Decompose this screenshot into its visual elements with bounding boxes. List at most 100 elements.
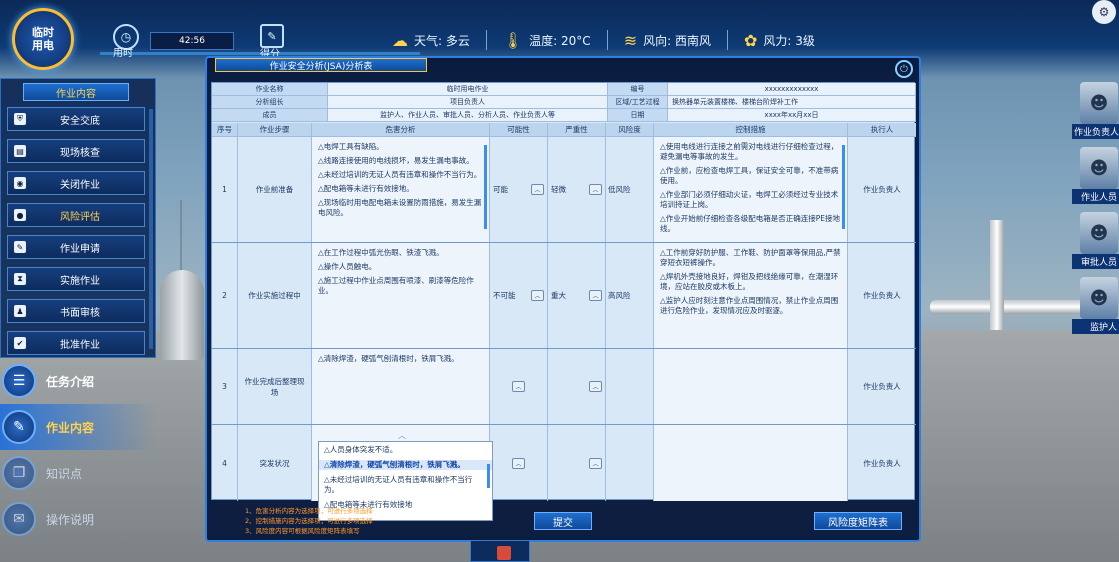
instruction-line: 3、风险度内容可根据风险度矩阵表填写 (245, 527, 360, 535)
close-icon[interactable]: ⏻ (895, 60, 913, 78)
time-value: 42:56 (150, 32, 234, 50)
severity-select[interactable]: 重大 ︿ (548, 243, 606, 348)
scene-pipe-vertical (990, 220, 1004, 330)
control-list[interactable]: △使用电线进行连接之前需对电线进行仔细检查过程，避免漏电等事故的发生。 △作业前… (654, 137, 848, 242)
hazard-option[interactable]: △人员身体突发不适。 (324, 445, 487, 455)
control-list[interactable] (654, 425, 848, 501)
menu-task-intro[interactable]: ☰ 任务介绍 (0, 358, 156, 404)
cloud-icon: ☁ (392, 30, 408, 50)
role-job-leader[interactable]: ☻ 作业负责人 (1072, 82, 1119, 139)
likelihood-select[interactable]: ︿ (490, 349, 548, 424)
role-label: 作业负责人 (1072, 124, 1119, 139)
hazard-option[interactable]: △未经过培训的无证人员有违章和操作不当行为。 (324, 475, 487, 495)
hazard-item[interactable]: △配电箱等未进行有效接地。 (318, 184, 483, 194)
sidebar-scrollbar[interactable] (149, 109, 153, 349)
executor: 作业负责人 (863, 291, 901, 300)
severity-select[interactable]: ︿ (548, 425, 606, 501)
control-item[interactable]: △作业开始前仔细检查各级配电箱是否正确连接PE接地线。 (660, 214, 841, 234)
instruction-line: 1、危害分析内容为选择项，可进行多项选择 (245, 507, 373, 515)
sidebar-title: 作业内容 (23, 83, 129, 101)
sidebar-item-close-job[interactable]: ◉ 关闭作业 (7, 171, 145, 195)
popup-scrollbar[interactable] (487, 464, 490, 488)
members: 监护人、作业人员、审批人员、分析人员、作业负责人等 (328, 109, 608, 122)
welder-avatar-icon: ☻ (1080, 147, 1118, 189)
instructions: 1、危害分析内容为选择项，可进行多项选择 2、控制措施内容为选择项，可进行多项选… (245, 506, 373, 536)
menu-knowledge[interactable]: ❐ 知识点 (0, 450, 156, 496)
column-header: 危害分析 (312, 123, 490, 137)
hazard-scrollbar[interactable] (484, 145, 487, 229)
hazard-list[interactable]: △在工作过程中弧光伤眼、铁渣飞溅。 △操作人员触电。 △施工过程中作业点周围有喷… (312, 243, 490, 348)
scene-pipe (930, 300, 1090, 314)
document-icon[interactable] (497, 546, 511, 560)
sidebar-item-risk-assessment[interactable]: ● 风险评估 (7, 203, 145, 227)
risk-level (606, 349, 654, 424)
control-scrollbar[interactable] (842, 145, 845, 229)
chevron-up-icon[interactable]: ︿ (589, 290, 602, 301)
menu-operation-guide[interactable]: ✉ 操作说明 (0, 496, 156, 542)
role-label: 作业人员 (1072, 189, 1119, 204)
sidebar-item-job-application[interactable]: ✎ 作业申请 (7, 235, 145, 259)
chevron-up-icon[interactable]: ︿ (398, 430, 406, 441)
chevron-up-icon[interactable]: ︿ (512, 457, 525, 469)
likelihood-value: 不可能 (493, 291, 516, 300)
wind-force-icon: ✿ (743, 30, 758, 50)
leader: 项目负责人 (328, 96, 608, 109)
submit-button[interactable]: 提交 (534, 512, 592, 530)
control-item[interactable]: △焊机外壳接地良好，焊钳及把线绝缘可靠，在潮湿环境，应站在胶皮或木板上。 (660, 272, 841, 292)
control-item[interactable]: △工作前穿好防护服、工作鞋、防护面罩等保用品,严禁穿短衣短裤操作。 (660, 248, 841, 268)
hazard-item[interactable]: △在工作过程中弧光伤眼、铁渣飞溅。 (318, 248, 483, 258)
menu-label: 任务介绍 (46, 374, 95, 389)
settings-icon[interactable]: ⚙ (1092, 0, 1116, 24)
severity-select[interactable]: ︿ (548, 349, 606, 424)
hazard-item[interactable]: △电焊工具有缺陷。 (318, 142, 483, 152)
role-guardian[interactable]: ☻ 监护人 (1072, 277, 1119, 334)
shield-icon: ⛨ (14, 113, 26, 125)
control-item[interactable]: △作业部门必须仔细动火证，电焊工必须经过专业技术培训持证上岗。 (660, 190, 841, 210)
chevron-up-icon[interactable]: ︿ (589, 381, 602, 392)
menu-work-content[interactable]: ✎ 作业内容 (0, 404, 156, 450)
sidebar-item-implement-job[interactable]: ⧗ 实施作业 (7, 267, 145, 291)
hazard-item[interactable]: △施工过程中作业点周围有喷漆、刷漆等危险作业。 (318, 276, 483, 296)
hazard-item[interactable]: △清除焊渣，硬弧气刨清根时，铁屑飞溅。 (318, 354, 483, 364)
risk-level (606, 425, 654, 501)
sidebar-item-written-review[interactable]: ♟ 书面审核 (7, 299, 145, 323)
hazard-item[interactable]: △未经过培训的无证人员有违章和操作不当行为。 (318, 170, 483, 180)
hazard-list[interactable]: △清除焊渣，硬弧气刨清根时，铁屑飞溅。 (312, 349, 490, 424)
chevron-up-icon[interactable]: ︿ (531, 184, 544, 195)
likelihood-select[interactable]: 不可能 ︿ (490, 243, 548, 348)
severity-select[interactable]: 轻微 ︿ (548, 137, 606, 242)
sidebar-item-label: 安全交底 (60, 115, 100, 127)
sidebar-item-approve-job[interactable]: ✔ 批准作业 (7, 331, 145, 355)
edit-icon: ✎ (2, 410, 36, 444)
hazard-item[interactable]: △线路连接使用的电线损坏，易发生漏电事故。 (318, 156, 483, 166)
column-header: 控制措施 (654, 123, 848, 137)
sidebar-item-site-check[interactable]: ▤ 现场核查 (7, 139, 145, 163)
hazard-option-hovered[interactable]: △清除焊渣，硬弧气刨清根时，铁屑飞溅。 (319, 460, 492, 470)
chevron-up-icon[interactable]: ︿ (512, 381, 525, 392)
job-step: 突发状况 (238, 425, 312, 501)
chevron-up-icon[interactable]: ︿ (531, 290, 544, 301)
hazard-list[interactable]: △电焊工具有缺陷。 △线路连接使用的电线损坏，易发生漏电事故。 △未经过培训的无… (312, 137, 490, 242)
control-list[interactable]: △工作前穿好防护服、工作鞋、防护面罩等保用品,严禁穿短衣短裤操作。 △焊机外壳接… (654, 243, 848, 348)
chevron-up-icon[interactable]: ︿ (589, 184, 602, 195)
role-worker[interactable]: ☻ 作业人员 (1072, 147, 1119, 204)
sidebar-item-label: 作业申请 (60, 243, 100, 255)
hazard-item[interactable]: △操作人员触电。 (318, 262, 483, 272)
control-item[interactable]: △使用电线进行连接之前需对电线进行仔细检查过程，避免漏电等事故的发生。 (660, 142, 841, 162)
sidebar-list: ⛨ 安全交底 ▤ 现场核查 ◉ 关闭作业 ● 风险评估 ✎ 作业申请 ⧗ 实施作… (7, 107, 145, 363)
control-item[interactable]: △作业前，应检查电焊工具，保证安全可靠，不准带病使用。 (660, 166, 841, 186)
risk-matrix-button[interactable]: 风险度矩阵表 (814, 512, 902, 530)
likelihood-select[interactable]: 可能 ︿ (490, 137, 548, 242)
chevron-up-icon[interactable]: ︿ (589, 457, 602, 469)
sidebar-item-safety-briefing[interactable]: ⛨ 安全交底 (7, 107, 145, 131)
info-row: 分析组长 项目负责人 区域/工艺过程 换热器单元装置楼梯、楼梯台阶焊补工作 (212, 96, 916, 109)
work-content-sidebar: 作业内容 ⛨ 安全交底 ▤ 现场核查 ◉ 关闭作业 ● 风险评估 ✎ 作业申请 … (0, 78, 156, 358)
hazard-item[interactable]: △现场临时用电配电箱未设置防雨措施，易发生漏电风险。 (318, 198, 483, 218)
person-icon: ♟ (14, 305, 26, 317)
clipboard-icon: ▤ (14, 145, 26, 157)
row-number: 2 (212, 243, 238, 348)
control-item[interactable]: △监护人应时刻注意作业点周围情况，禁止作业点周围进行危险作业，发现情况应及时驱逐… (660, 296, 841, 316)
role-approver[interactable]: ☻ 审批人员 (1072, 212, 1119, 269)
control-list[interactable] (654, 349, 848, 424)
likelihood-select[interactable]: ︿ (490, 425, 548, 501)
